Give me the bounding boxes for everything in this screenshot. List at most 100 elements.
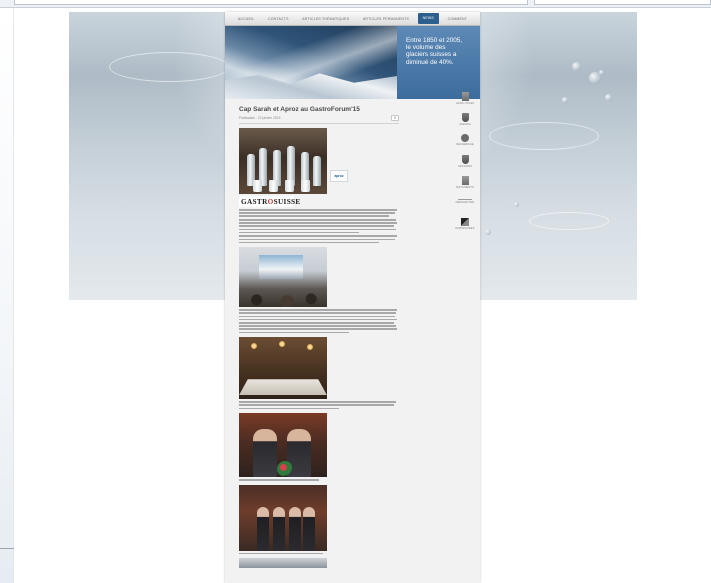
lamp-glow [251, 343, 257, 350]
text-line [239, 231, 359, 234]
shield-icon [461, 155, 469, 164]
sidebar-item-label: NEWSLETTER [455, 201, 475, 204]
water-ripple [109, 52, 229, 82]
fact-line: diminué de 40%. [406, 58, 454, 66]
bottles-figure: aproz [239, 128, 399, 194]
text-line [239, 218, 396, 221]
water-ripple [529, 212, 609, 230]
browser-side-edge [0, 8, 14, 583]
glass-shape [285, 180, 294, 192]
gastrosuisse-logo: GASTR O SUISSE [239, 196, 300, 207]
text-line [239, 215, 389, 217]
photo-caption [239, 401, 399, 410]
shield-icon [461, 113, 469, 122]
water-drop [485, 229, 491, 235]
person-silhouette [273, 506, 285, 551]
text-line [239, 331, 349, 334]
text-line [239, 312, 396, 315]
text-line [239, 212, 395, 214]
text-line [239, 407, 339, 410]
sidebar-item-agenda[interactable]: AGENDA [454, 113, 476, 133]
glass-shape [301, 180, 310, 192]
article-content: Cap Sarah et Aproz au GastroForum'15 Pub… [239, 106, 399, 569]
sidebar-item-label: PARTENAIRES [455, 227, 475, 230]
person-silhouette [289, 506, 301, 551]
text-line [239, 315, 395, 318]
gastrosuisse-logo-left: GASTR [241, 197, 268, 206]
water-drop [605, 94, 612, 101]
nav-item-articles-permanents[interactable]: ARTICLES PERMANENTS [358, 15, 414, 23]
person-silhouette [253, 429, 277, 478]
nav-item-contacts[interactable]: CONTACTS [263, 15, 294, 23]
conference-photo [239, 247, 327, 308]
projection-screen [259, 255, 303, 280]
header-banner: Entre 1850 et 2005, le volume des glacie… [225, 26, 480, 99]
water-drop [514, 202, 519, 207]
nav-item-news[interactable]: NEWS [417, 13, 439, 24]
edge-divider [0, 548, 14, 549]
text-line [239, 235, 397, 237]
sidebar-item-label: ARCHIVES [457, 165, 473, 168]
text-line [239, 209, 397, 211]
sidebar-item-recherche[interactable]: RECHERCHE [454, 134, 476, 154]
article-paragraph [239, 235, 399, 244]
dinner-photo [239, 337, 327, 400]
comments-count-badge[interactable]: 0 [391, 115, 399, 121]
right-sidebar: LIENS UTILES AGENDA RECHERCHE ARCHIVES D… [453, 92, 477, 239]
text-line [239, 241, 379, 244]
text-line [239, 238, 395, 241]
text-line [239, 225, 394, 227]
article-paragraph [239, 218, 399, 234]
article-paragraph [239, 209, 399, 217]
lamp-glow [279, 341, 285, 348]
sidebar-item-label: DOCUMENTS [456, 186, 474, 189]
top-navigation: ACCUEIL CONTACTS ARTICLES THÉMATIQUES AR… [225, 12, 480, 26]
portrait-photo [239, 413, 327, 478]
sidebar-item-label: AGENDA [459, 123, 471, 126]
water-ripple [489, 122, 599, 150]
sidebar-item-newsletter[interactable]: NEWSLETTER [454, 197, 476, 217]
sidebar-item-archives[interactable]: ARCHIVES [454, 155, 476, 175]
sidebar-item-liens[interactable]: LIENS UTILES [454, 92, 476, 112]
publication-date: Publication : 22 janvier 2015 [239, 116, 281, 120]
gastrosuisse-logo-right: SUISSE [273, 197, 301, 206]
aproz-logo: aproz [330, 170, 348, 182]
page-container: ACCUEIL CONTACTS ARTICLES THÉMATIQUES AR… [225, 12, 480, 583]
person-silhouette [303, 506, 315, 551]
article-paragraph [239, 309, 399, 334]
square-icon [461, 218, 469, 226]
sidebar-item-label: LIENS UTILES [455, 102, 475, 105]
table [239, 379, 327, 396]
photo-caption [239, 479, 399, 481]
fact-line: le volume des [406, 44, 446, 52]
bottles-photo [239, 128, 327, 194]
text-line [239, 318, 397, 321]
divider [239, 123, 399, 124]
article-title[interactable]: Cap Sarah et Aproz au GastroForum'15 [239, 106, 399, 114]
water-drop [572, 62, 581, 71]
nav-item-accueil[interactable]: ACCUEIL [233, 15, 260, 23]
text-line [239, 479, 319, 481]
document-icon [461, 176, 469, 185]
text-line [239, 325, 396, 327]
browser-search-field[interactable] [534, 0, 711, 5]
address-bar[interactable] [14, 0, 528, 5]
fact-line: Entre 1850 et 2005, [406, 37, 463, 44]
next-photo [239, 558, 327, 569]
browser-toolbar [0, 0, 711, 8]
group-photo [239, 484, 327, 551]
text-line [239, 322, 394, 324]
glass-shape [269, 180, 278, 192]
text-line [239, 228, 396, 231]
article-meta: Publication : 22 janvier 2015 0 [239, 115, 399, 121]
search-icon [461, 134, 469, 142]
rule-icon [458, 199, 472, 200]
sidebar-item-label: RECHERCHE [456, 143, 474, 146]
photo-caption [239, 552, 399, 555]
audience [239, 289, 327, 308]
text-line [239, 404, 394, 406]
nav-item-articles-thematiques[interactable]: ARTICLES THÉMATIQUES [297, 15, 354, 23]
nav-item-comment[interactable]: COMMENT [443, 15, 472, 23]
sidebar-item-partenaires[interactable]: PARTENAIRES [454, 218, 476, 238]
sidebar-item-documents[interactable]: DOCUMENTS [454, 176, 476, 196]
